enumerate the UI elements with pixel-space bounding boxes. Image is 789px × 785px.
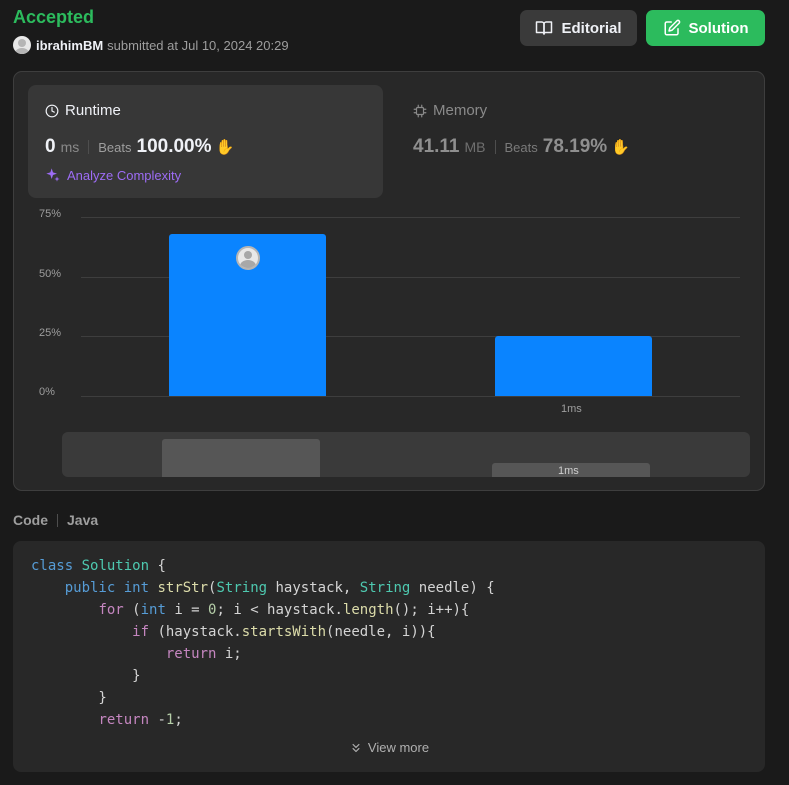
- status-label: Accepted: [13, 7, 95, 27]
- code-label: Code: [13, 512, 48, 528]
- code-header: Code Java: [13, 512, 98, 528]
- double-chevron-down-icon: [352, 743, 360, 752]
- solution-label: Solution: [688, 19, 749, 37]
- memory-title: Memory: [413, 102, 487, 119]
- sparkle-icon: [46, 168, 60, 182]
- code-content: class Solution { public int strStr(Strin…: [31, 558, 495, 728]
- code-viewer[interactable]: class Solution { public int strStr(Strin…: [13, 541, 765, 772]
- memory-beats-pct: 78.19%: [542, 136, 608, 157]
- clap-icon: ✋: [611, 139, 630, 156]
- chart-range-navigator[interactable]: 1ms: [62, 432, 750, 477]
- analyze-complexity-label: Analyze Complexity: [67, 167, 182, 183]
- clap-icon: ✋: [215, 139, 235, 156]
- x-axis-line: [81, 396, 740, 397]
- x-tick-label: 1ms: [561, 403, 582, 415]
- stats-panel: Runtime 0 ms Beats 100.00% ✋ Analyze Com…: [13, 71, 765, 491]
- runtime-beats-pct: 100.00%: [136, 136, 212, 157]
- memory-title-label: Memory: [433, 102, 488, 119]
- submission-header: Accepted ibrahimBM submitted at Jul 10, …: [13, 6, 765, 56]
- runtime-card[interactable]: Runtime 0 ms Beats 100.00% ✋ Analyze Com…: [28, 85, 383, 198]
- editorial-button[interactable]: Editorial: [520, 10, 637, 46]
- runtime-unit: ms: [60, 139, 80, 155]
- memory-beats-label: Beats: [504, 140, 538, 155]
- editorial-label: Editorial: [561, 19, 622, 37]
- runtime-beats-label: Beats: [98, 140, 132, 155]
- navigator-label: 1ms: [558, 465, 579, 477]
- edit-icon: [664, 19, 680, 36]
- solution-button[interactable]: Solution: [646, 10, 765, 46]
- chip-icon: [413, 104, 427, 117]
- memory-unit: MB: [464, 139, 486, 155]
- your-submission-avatar[interactable]: [236, 246, 260, 270]
- runtime-value: 0: [45, 136, 56, 157]
- gridline: [81, 217, 740, 218]
- navigator-bar: [162, 439, 320, 477]
- avatar[interactable]: [13, 36, 31, 54]
- submitted-time: submitted at Jul 10, 2024 20:29: [107, 37, 289, 53]
- language-label: Java: [67, 512, 99, 528]
- runtime-distribution-chart[interactable]: 75% 50% 25% 0% 1ms: [14, 202, 764, 417]
- y-tick-label: 25%: [39, 327, 62, 339]
- runtime-title-label: Runtime: [65, 102, 121, 119]
- book-icon: [536, 21, 553, 35]
- divider: [57, 513, 58, 527]
- bar-1ms[interactable]: [495, 336, 652, 396]
- submitter-info: ibrahimBM submitted at Jul 10, 2024 20:2…: [13, 35, 289, 55]
- memory-metric: 41.11 MB Beats 78.19% ✋: [413, 136, 630, 158]
- analyze-complexity-link[interactable]: Analyze Complexity: [45, 167, 181, 183]
- memory-card[interactable]: Memory 41.11 MB Beats 78.19% ✋: [413, 85, 743, 198]
- y-tick-label: 50%: [39, 268, 62, 280]
- divider: [494, 140, 496, 154]
- view-more-button[interactable]: View more: [13, 740, 765, 755]
- memory-value: 41.11: [413, 136, 460, 157]
- view-more-label: View more: [367, 740, 430, 755]
- clock-icon: [45, 104, 59, 117]
- y-tick-label: 75%: [39, 208, 62, 220]
- runtime-title: Runtime: [45, 102, 121, 119]
- runtime-metric: 0 ms Beats 100.00% ✋: [45, 136, 234, 158]
- y-tick-label: 0%: [39, 386, 55, 398]
- divider: [88, 140, 90, 154]
- username-link[interactable]: ibrahimBM: [36, 38, 103, 53]
